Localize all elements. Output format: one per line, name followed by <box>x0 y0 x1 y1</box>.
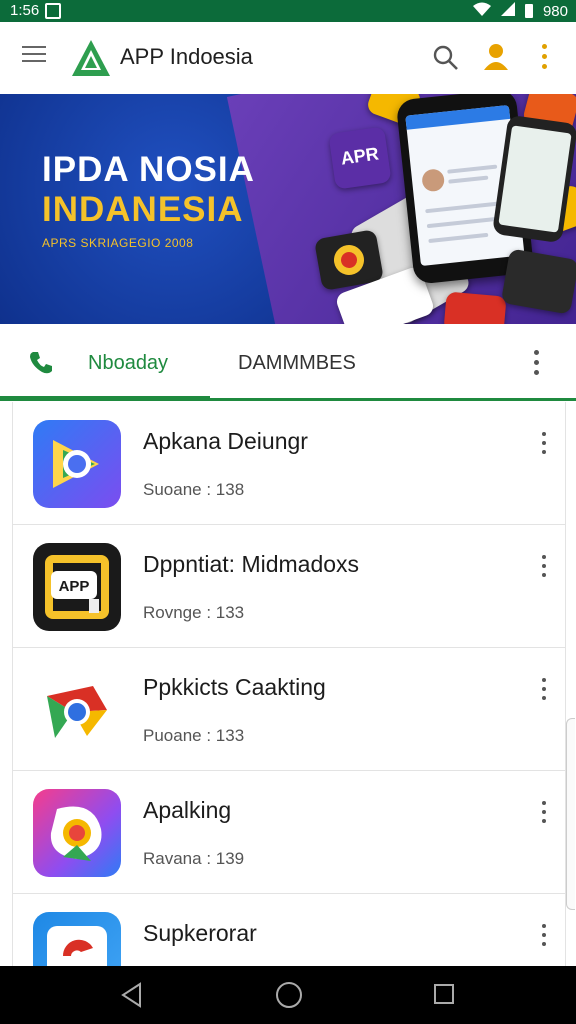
colorful-camera-icon <box>33 789 121 877</box>
account-icon[interactable] <box>482 42 510 72</box>
app-name: Ppkkicts Caakting <box>143 674 326 700</box>
app-meta: Ravana : 139 <box>143 849 245 868</box>
app-meta: Puoane : 133 <box>143 726 245 745</box>
chrome-like-blue-icon <box>33 420 121 508</box>
battery-level: 980 <box>542 2 568 20</box>
overflow-menu-icon[interactable] <box>538 44 550 72</box>
app-meta: Suoane : 138 <box>143 480 245 499</box>
phone-icon <box>28 350 54 376</box>
app-title: APP Indoesia <box>120 44 253 69</box>
notification-icon <box>45 2 62 19</box>
banner-title-line1: IPDA NOSIA <box>42 150 255 189</box>
signal-icon <box>500 2 515 20</box>
item-overflow-icon[interactable] <box>539 432 549 458</box>
app-logo-icon <box>70 38 112 78</box>
menu-icon[interactable] <box>22 46 46 66</box>
list-item[interactable]: Ppkkicts Caakting Puoane : 133 <box>13 648 565 771</box>
promo-banner[interactable]: APR IPDA NOSIA INDANESIA APRS SKRIAGEGIO… <box>0 94 576 324</box>
search-icon[interactable] <box>432 44 460 72</box>
item-overflow-icon[interactable] <box>539 924 549 950</box>
chrome-icon <box>33 666 121 754</box>
list-item[interactable]: APP Dppntiat: Midmadoxs Rovnge : 133 <box>13 525 565 648</box>
recents-icon[interactable] <box>434 984 454 1004</box>
scrollbar[interactable] <box>566 718 575 910</box>
banner-badge: APR <box>328 126 392 190</box>
wifi-icon <box>472 2 491 20</box>
svg-text:APP: APP <box>59 578 90 595</box>
banner-subtitle: APRS SKRIAGEGIO 2008 <box>42 236 194 250</box>
blue-red-icon <box>33 912 121 968</box>
status-bar: 1:56 980 <box>0 0 576 22</box>
status-time: 1:56 <box>10 2 40 19</box>
battery-icon <box>524 4 533 18</box>
app-meta: Rovnge : 133 <box>143 603 245 622</box>
tab-dammmbes[interactable]: DAMMMBES <box>238 352 356 375</box>
back-icon[interactable] <box>120 982 142 1013</box>
app-name: Dppntiat: Midmadoxs <box>143 551 360 577</box>
tab-overflow-icon[interactable] <box>530 350 542 380</box>
app-name: Supkerorar <box>143 920 257 946</box>
banner-title-line2: INDANESIA <box>42 190 244 229</box>
tab-bar: Nboaday DAMMMBES <box>0 324 576 402</box>
app-name: Apalking <box>143 797 232 823</box>
list-item[interactable]: Apkana Deiungr Suoane : 138 <box>13 402 565 525</box>
list-item[interactable]: Supkerorar <box>13 894 565 968</box>
app-bar: APP Indoesia <box>0 22 576 95</box>
tab-nboaday[interactable]: Nboaday <box>88 352 168 375</box>
system-nav-bar <box>0 966 576 1024</box>
list-item[interactable]: Apalking Ravana : 139 <box>13 771 565 894</box>
item-overflow-icon[interactable] <box>539 801 549 827</box>
home-icon[interactable] <box>276 982 302 1008</box>
app-list: Apkana Deiungr Suoane : 138 APP Dppntiat… <box>12 402 566 968</box>
app-name: Apkana Deiungr <box>143 428 308 454</box>
app-black-yellow-icon: APP <box>33 543 121 631</box>
item-overflow-icon[interactable] <box>539 555 549 581</box>
item-overflow-icon[interactable] <box>539 678 549 704</box>
active-tab-indicator <box>0 396 210 401</box>
